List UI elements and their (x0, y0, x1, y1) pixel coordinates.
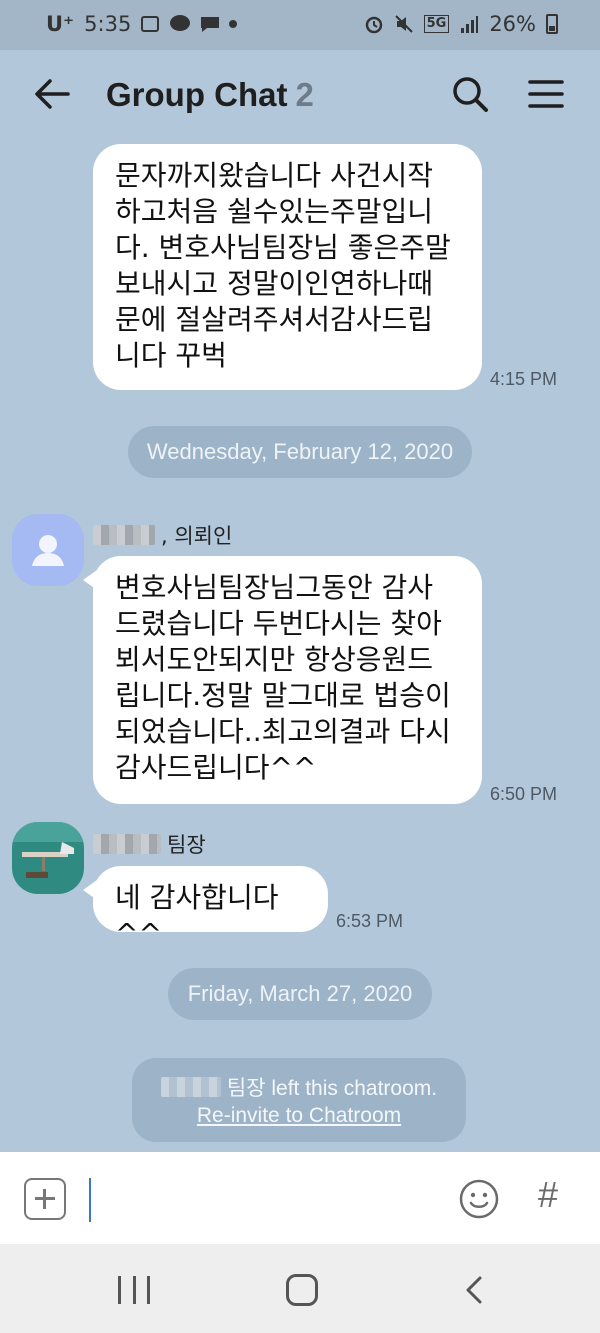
mute-icon (394, 14, 414, 34)
signal-icon (459, 14, 479, 34)
message-time: 6:50 PM (490, 784, 558, 804)
chat-header: Group Chat 2 (0, 50, 600, 140)
chat-title: Group Chat 2 (106, 76, 314, 114)
left-chatroom-notice: 팀장 left this chatroom. Re-invite to Chat… (132, 1058, 466, 1142)
alarm-icon (364, 14, 384, 34)
notice-line: 팀장 left this chatroom. (132, 1072, 466, 1102)
chat-icon (199, 14, 220, 34)
member-count: 2 (295, 76, 314, 113)
home-button[interactable] (286, 1274, 318, 1306)
message-bubble[interactable]: 문자까지왔습니다 사건시작 하고처음 쉴수있는주말입니 다. 변호사님팀장님 좋… (93, 144, 482, 390)
status-left: U⁺ 5:35 (46, 12, 238, 36)
redacted-name (160, 1077, 221, 1097)
arrow-left-icon (35, 79, 70, 109)
message-time: 6:53 PM (336, 911, 404, 931)
battery-icon (546, 14, 558, 34)
redacted-name (93, 834, 161, 854)
person-icon (32, 535, 64, 566)
reinvite-link[interactable]: Re-invite to Chatroom (132, 1104, 466, 1128)
sender-name: , 의뢰인 (93, 520, 232, 550)
chat-title-text: Group Chat (106, 76, 288, 113)
talk-icon (169, 14, 191, 34)
chevron-left-icon (466, 1276, 482, 1304)
sender-name: 팀장 (93, 829, 206, 859)
network-label: 5G (423, 15, 450, 33)
message-input[interactable] (89, 1178, 91, 1222)
battery-percent: 26% (489, 12, 536, 36)
menu-button[interactable] (524, 72, 568, 116)
message-bubble[interactable]: 네 감사합니다^^ (83, 866, 328, 950)
sender-label: , 의뢰인 (161, 524, 233, 548)
smiley-icon (459, 1179, 499, 1219)
gallery-icon (141, 16, 160, 32)
recent-bar-icon (132, 1276, 136, 1304)
date-divider: Wednesday, February 12, 2020 (128, 426, 472, 478)
sender-label: 팀장 (167, 833, 206, 857)
date-divider: Friday, March 27, 2020 (168, 968, 432, 1020)
attach-button[interactable] (24, 1178, 66, 1220)
notice-text: 팀장 left this chatroom. (226, 1077, 438, 1100)
hamburger-icon (528, 80, 564, 108)
status-right: 5G 26% (364, 12, 558, 36)
search-icon (453, 77, 488, 112)
emoji-button[interactable] (458, 1178, 500, 1220)
avatar[interactable] (12, 822, 84, 894)
recent-apps-button[interactable] (118, 1276, 150, 1304)
search-button[interactable] (448, 72, 492, 116)
notification-dot-icon (229, 20, 238, 28)
status-bar: U⁺ 5:35 5G 26% (0, 0, 600, 50)
carrier-label: U⁺ (46, 12, 75, 36)
back-button[interactable] (30, 72, 74, 116)
avatar[interactable] (12, 514, 84, 586)
message-input-bar: # (0, 1152, 600, 1244)
recent-bar-icon (118, 1276, 121, 1304)
recent-bar-icon (147, 1276, 150, 1304)
redacted-name (93, 525, 155, 545)
nav-back-button[interactable] (460, 1274, 490, 1306)
message-bubble[interactable]: 변호사님팀장님그동안 감사 드렸습니다 두번다시는 찾아 뵈서도안되지만 항상응… (83, 556, 482, 804)
hashtag-button[interactable]: # (538, 1174, 558, 1216)
message-time: 4:15 PM (490, 369, 558, 389)
profile-photo (12, 822, 84, 894)
clock: 5:35 (84, 12, 132, 36)
system-nav-bar (0, 1244, 600, 1333)
